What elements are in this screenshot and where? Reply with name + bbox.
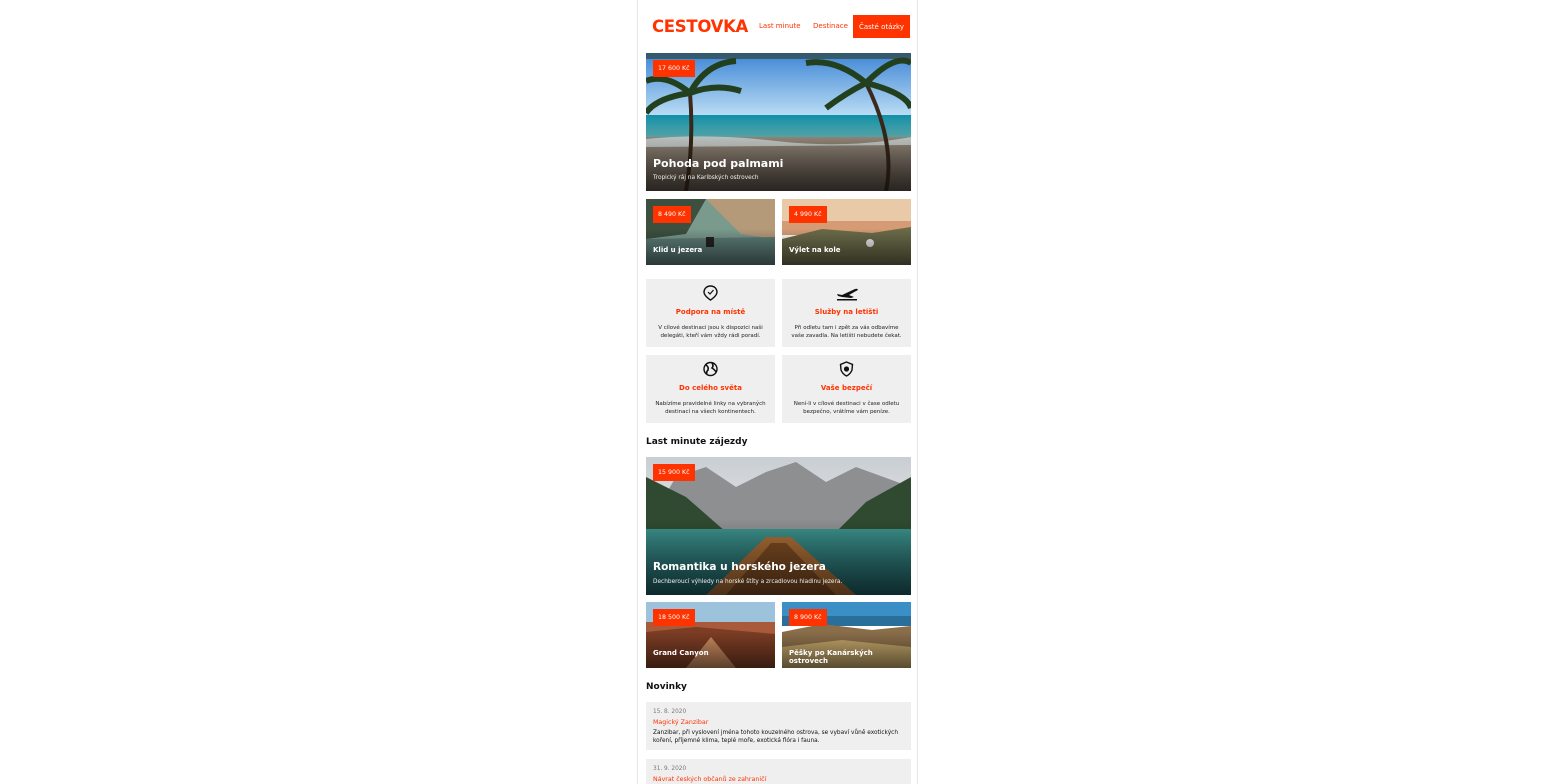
site-logo[interactable]: CESTOVKA — [652, 17, 748, 36]
location-pin-icon — [703, 285, 718, 301]
canary-card[interactable]: 8 900 Kč Pěšky po Kanárských ostrovech — [782, 602, 911, 668]
feature-airport: Služby na letišti Při odletu tam i zpět … — [782, 279, 911, 347]
page-container: CESTOVKA Last minute Destinace Časté otá… — [637, 0, 918, 784]
globe-icon — [703, 361, 718, 377]
card-title: Pěšky po Kanárských ostrovech — [789, 649, 873, 665]
nav-caste-otazky[interactable]: Časté otázky — [853, 15, 910, 38]
airplane-icon — [837, 288, 858, 301]
site-header: CESTOVKA Last minute Destinace Časté otá… — [638, 0, 917, 54]
feature-title: Vaše bezpečí — [820, 384, 873, 392]
price-badge: 8 900 Kč — [789, 609, 827, 626]
nav-last-minute[interactable]: Last minute — [759, 22, 801, 30]
nav-destinace[interactable]: Destinace — [813, 22, 848, 30]
feature-text: V cílové destinaci jsou k dispozici naši… — [658, 325, 763, 339]
feature-support: Podpora na místě V cílové destinaci jsou… — [646, 279, 775, 347]
news-text: Zanzibar, při vyslovení jména tohoto kou… — [653, 730, 898, 744]
card-title: Klid u jezera — [653, 246, 703, 254]
card-title: Výlet na kole — [789, 246, 841, 254]
feature-title: Do celého světa — [679, 384, 742, 392]
shield-icon — [839, 361, 854, 377]
card-title: Grand Canyon — [653, 649, 709, 657]
hero-subtitle: Tropický ráj na Karibských ostrovech — [653, 175, 759, 181]
hero-card[interactable]: 17 600 Kč Pohoda pod palmami Tropický rá… — [646, 53, 911, 191]
grand-canyon-card[interactable]: 18 500 Kč Grand Canyon — [646, 602, 775, 668]
card-title: Romantika u horského jezera — [653, 561, 826, 573]
feature-title: Služby na letišti — [814, 308, 879, 316]
lake-card[interactable]: 8 490 Kč Klid u jezera — [646, 199, 775, 265]
section-heading: Last minute zájezdy — [646, 437, 748, 447]
feature-safety: Vaše bezpečí Není-li v cílové destinaci … — [782, 355, 911, 423]
news-title-link[interactable]: Magický Zanzibar — [653, 719, 708, 726]
price-badge: 18 500 Kč — [653, 609, 695, 626]
price-badge: 8 490 Kč — [653, 206, 691, 223]
price-badge: 17 600 Kč — [653, 60, 695, 77]
feature-text: Není-li v cílové destinaci v čase odletu… — [793, 401, 900, 415]
news-date: 15. 8. 2020 — [653, 709, 687, 715]
last-minute-hero-card[interactable]: 15 900 Kč Romantika u horského jezera De… — [646, 457, 911, 595]
news-item: 15. 8. 2020 Magický Zanzibar Zanzibar, p… — [646, 702, 911, 750]
bike-card[interactable]: 4 990 Kč Výlet na kole — [782, 199, 911, 265]
section-heading: Novinky — [646, 682, 687, 692]
feature-title: Podpora na místě — [675, 308, 746, 316]
news-date: 31. 9. 2020 — [653, 766, 687, 772]
feature-text: Nabízíme pravidelné linky na vybraných d… — [655, 401, 766, 415]
news-title-link[interactable]: Návrat českých občanů ze zahraničí — [653, 776, 766, 783]
news-item: 31. 9. 2020 Návrat českých občanů ze zah… — [646, 759, 911, 784]
hero-title: Pohoda pod palmami — [653, 157, 784, 170]
card-subtitle: Dechberoucí výhledy na horské štíty a zr… — [653, 579, 843, 585]
price-badge: 15 900 Kč — [653, 464, 695, 481]
feature-text: Při odletu tam i zpět za vás odbavíme va… — [791, 325, 902, 339]
price-badge: 4 990 Kč — [789, 206, 827, 223]
feature-world: Do celého světa Nabízíme pravidelné link… — [646, 355, 775, 423]
